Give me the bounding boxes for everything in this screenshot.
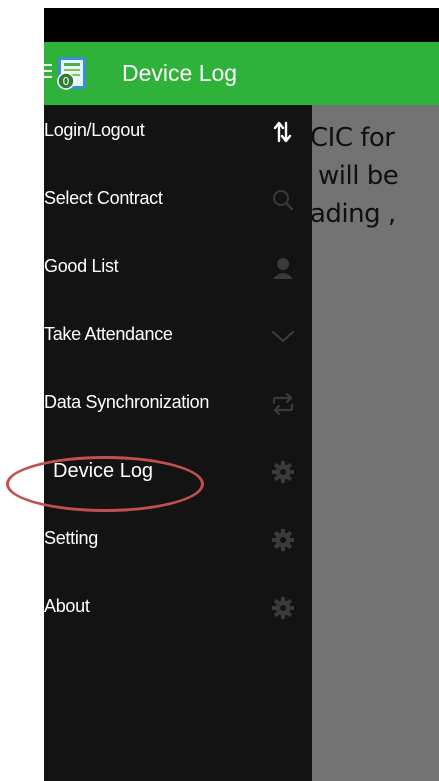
drawer-item-label: Data Synchronization [44,392,210,412]
drawer-item-label: Login/Logout [44,120,145,140]
drawer-item-data-synchronization[interactable]: Data Synchronization [44,377,312,433]
drawer-item-label: Take Attendance [44,324,173,344]
content-text-line: CIC for [312,123,395,153]
content-text-line: will be [318,161,399,191]
phone-screen: 0 Device Log CIC for will be ading , Log… [44,8,439,781]
up-down-arrows-icon [273,121,292,143]
app-title: Device Log [122,60,238,86]
gear-icon [272,597,294,619]
drawer-item-good-list[interactable]: Good List [44,241,312,297]
drawer-item-select-contract[interactable]: Select Contract [44,173,312,229]
sync-icon [272,392,294,416]
person-icon [273,258,293,279]
content-text-line: ading , [312,199,396,229]
app-bar: 0 Device Log [44,42,439,105]
drawer-item-label: Good List [44,256,119,276]
crop-edge-mark [42,512,44,526]
drawer-item-label: About [44,596,90,616]
search-icon [273,190,294,211]
gear-icon [272,461,294,483]
drawer-item-device-log[interactable]: Device Log [44,445,312,501]
content-behind-drawer: CIC for will be ading , [312,105,439,781]
app-logo-icon: 0 [57,57,86,90]
drawer-item-take-attendance[interactable]: Take Attendance [44,309,312,365]
drawer-item-label: Device Log [53,460,154,482]
status-bar [44,8,439,42]
gear-icon [272,529,294,551]
svg-text:0: 0 [63,75,70,88]
drawer-item-login-logout[interactable]: Login/Logout [44,105,312,161]
drawer-item-label: Select Contract [44,188,163,208]
drawer-item-label: Setting [44,528,98,548]
chevron-down-icon [271,330,295,343]
drawer-item-setting[interactable]: Setting [44,513,312,569]
drawer-item-about[interactable]: About [44,581,312,637]
navigation-drawer: Login/Logout Select Contract Good List T… [44,105,312,781]
